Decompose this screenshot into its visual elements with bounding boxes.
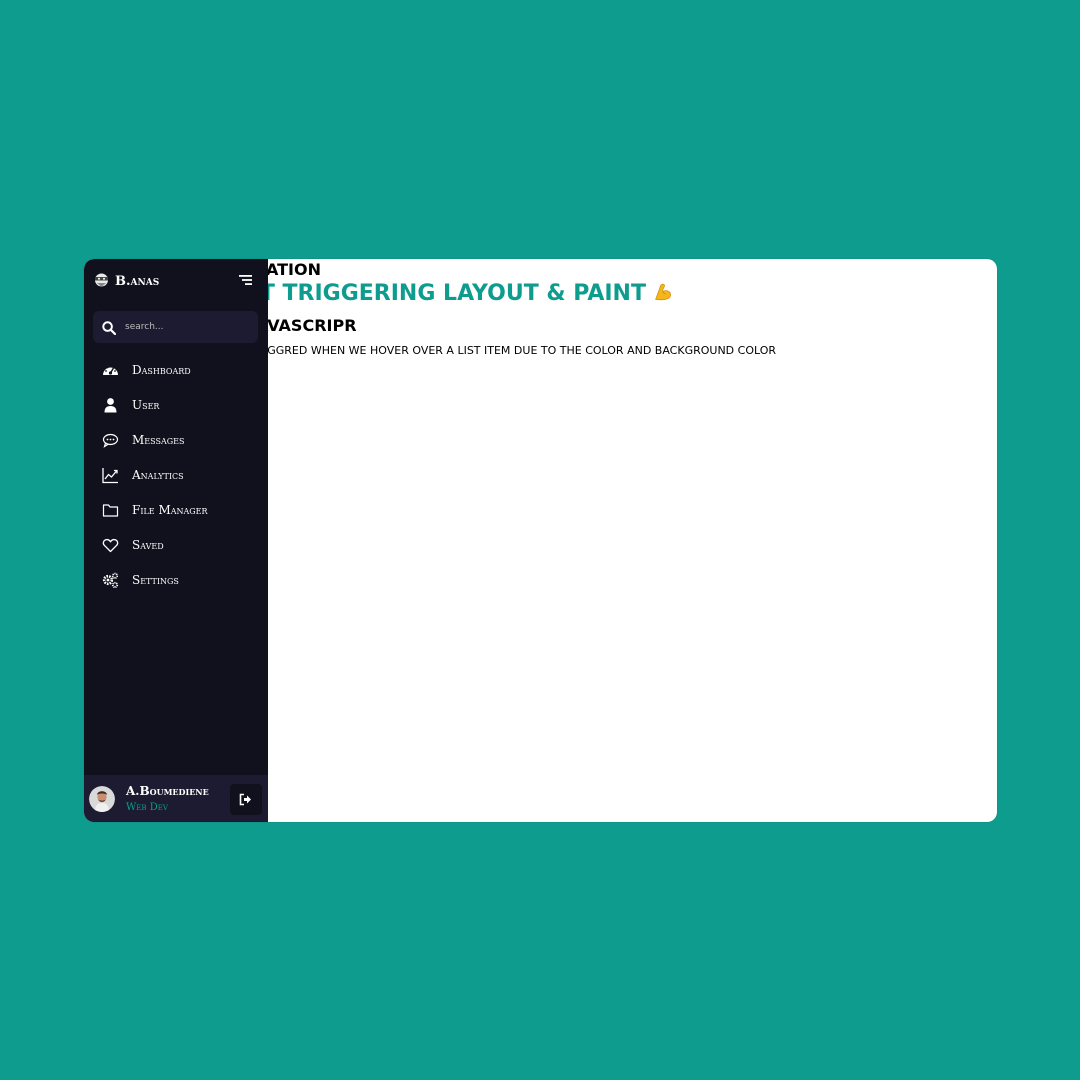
user-icon	[104, 398, 117, 413]
sidebar-item-settings[interactable]: Settings	[84, 563, 268, 598]
page-background: ATION UT TRIGGERING LAYOUT & PAINT JAVAS…	[0, 0, 1080, 1080]
settings-icon	[102, 572, 119, 589]
article-title-text: UT TRIGGERING LAYOUT & PAINT	[242, 281, 646, 306]
profile-role: Web Dev	[126, 802, 168, 813]
sidebar-header: B.anas	[84, 259, 268, 307]
ninja-logo-icon	[95, 273, 108, 287]
article-heading: ATION	[266, 260, 321, 279]
analytics-icon	[102, 468, 118, 484]
logout-icon	[239, 793, 251, 806]
sidebar-nav: Dashboard User Messages Analytics File M…	[84, 353, 268, 598]
sidebar-item-dashboard[interactable]: Dashboard	[84, 353, 268, 388]
article-title: UT TRIGGERING LAYOUT & PAINT	[242, 281, 674, 306]
sidebar-item-label: Saved	[132, 538, 164, 552]
logout-button[interactable]	[230, 784, 262, 815]
folder-icon	[102, 504, 119, 517]
avatar	[89, 786, 115, 812]
search-icon[interactable]	[102, 321, 116, 335]
menu-toggle-icon[interactable]	[239, 273, 253, 287]
sidebar-item-user[interactable]: User	[84, 388, 268, 423]
profile-name: A.Boumediene	[126, 784, 209, 798]
sidebar-item-label: Settings	[132, 573, 179, 587]
sidebar-item-label: File Manager	[132, 503, 208, 517]
app-window: ATION UT TRIGGERING LAYOUT & PAINT JAVAS…	[84, 259, 997, 822]
sidebar-item-label: Analytics	[132, 468, 184, 482]
sidebar: B.anas search... Dashboard User Messages…	[84, 259, 268, 822]
sidebar-item-label: Messages	[132, 433, 185, 447]
search-input[interactable]	[125, 317, 250, 337]
sidebar-item-analytics[interactable]: Analytics	[84, 458, 268, 493]
brand-name: B.anas	[115, 274, 160, 289]
messages-icon	[102, 433, 119, 448]
sidebar-item-label: User	[132, 398, 160, 412]
profile-panel: A.Boumediene Web Dev	[84, 775, 268, 822]
sidebar-item-saved[interactable]: Saved	[84, 528, 268, 563]
dashboard-icon	[103, 365, 118, 375]
search-box	[93, 311, 258, 343]
heart-icon	[102, 538, 119, 553]
article-text: IGGRED WHEN WE HOVER OVER A LIST ITEM DU…	[264, 344, 777, 357]
flexed-biceps-icon	[655, 283, 671, 301]
sidebar-item-messages[interactable]: Messages	[84, 423, 268, 458]
sidebar-item-file-manager[interactable]: File Manager	[84, 493, 268, 528]
sidebar-item-label: Dashboard	[132, 363, 191, 377]
